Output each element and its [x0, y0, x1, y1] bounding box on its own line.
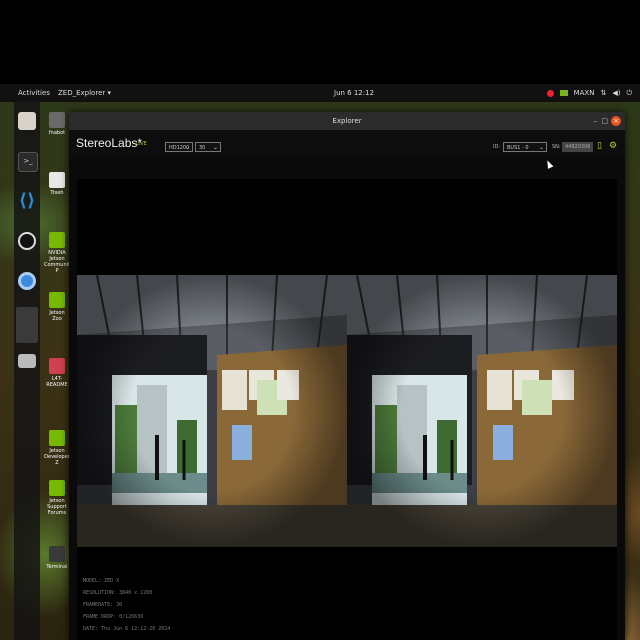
- maximize-icon[interactable]: □: [601, 115, 608, 127]
- desktop-icon-l4t-readme[interactable]: L4T-README: [44, 358, 70, 388]
- chevron-down-icon: ⌄: [538, 144, 544, 151]
- app-menu[interactable]: ZED_Explorer ▾: [58, 84, 111, 102]
- info-frame-drop: FRAME DROP: 0/126630: [83, 614, 144, 620]
- files-icon[interactable]: [18, 112, 36, 130]
- system-tray[interactable]: MAXN ⇅ ◀) ⏻: [546, 84, 632, 102]
- desktop-icon-jetson-forums[interactable]: Jetson Support Forums: [44, 480, 70, 516]
- info-model: MODEL: ZED X: [83, 578, 120, 584]
- chromium-icon[interactable]: [18, 272, 36, 290]
- power-mode-label[interactable]: MAXN: [574, 84, 595, 102]
- window-title: Explorer: [332, 117, 362, 125]
- fps-select-value: 30: [199, 145, 206, 151]
- explorer-toolbar: StereoLabs* LIVE HD1200 ⌄ 30 ⌄ ID: BUS1 …: [69, 130, 625, 158]
- window-titlebar[interactable]: Explorer – □ ×: [69, 112, 625, 130]
- volume-icon[interactable]: ◀): [612, 84, 620, 102]
- camera-id-select[interactable]: BUS1 - 0 ⌄: [503, 142, 547, 152]
- minimize-icon[interactable]: –: [594, 115, 598, 127]
- gear-icon[interactable]: ⚙: [609, 141, 619, 151]
- info-framerate: FRAMERATE: 30: [83, 602, 123, 608]
- desktop-icon-label: fnabot: [48, 130, 66, 136]
- vscode-icon[interactable]: ⟨⟩: [18, 192, 36, 210]
- sn-label: SN:: [552, 144, 561, 150]
- id-label: ID:: [493, 144, 501, 150]
- chevron-down-icon: ⌄: [184, 144, 190, 151]
- trash-icon: [49, 172, 65, 188]
- live-status: LIVE: [136, 141, 147, 147]
- desktop-icon-label: Trash: [50, 190, 64, 196]
- right-camera-image: [347, 275, 617, 547]
- close-icon[interactable]: ×: [611, 116, 621, 126]
- terminal-icon: [49, 546, 65, 562]
- desktop-screen: Activities ZED_Explorer ▾ Jun 6 12:12 MA…: [0, 0, 640, 640]
- desktop-icon-label: Jetson Zoo: [49, 310, 65, 322]
- desktop-icon-label: Jetson Developer Z: [44, 448, 70, 466]
- camera-id-value: BUS1 - 0: [507, 145, 529, 151]
- video-viewport[interactable]: MODEL: ZED X RESOLUTION: 3840 x 1200 FRA…: [77, 179, 617, 640]
- left-camera-image: [77, 275, 347, 547]
- desktop-icon-jetson-developer[interactable]: Jetson Developer Z: [44, 430, 70, 466]
- clock[interactable]: Jun 6 12:12: [334, 84, 374, 102]
- nvidia-power-icon: [559, 90, 568, 96]
- desktop-icon-label: Jetson Support Forums: [47, 498, 67, 516]
- info-date: DATE: Thu Jun 6 12:12:20 2024: [83, 626, 171, 632]
- fps-select[interactable]: 30 ⌄: [195, 142, 221, 152]
- desktop-icon-nvidia-community[interactable]: NVIDIA Jetson Community P: [44, 232, 73, 274]
- drive-icon: [49, 358, 65, 374]
- desktop-icon-label: Terminal: [46, 564, 68, 570]
- desktop-icon-jetson-zoo[interactable]: Jetson Zoo: [44, 292, 70, 322]
- nvidia-icon: [49, 232, 65, 248]
- network-icon[interactable]: ⇅: [600, 84, 606, 102]
- info-resolution: RESOLUTION: 3840 x 1200: [83, 590, 153, 596]
- drive-icon[interactable]: [18, 354, 36, 368]
- desktop-icon-terminal[interactable]: Terminal: [44, 546, 70, 570]
- chevron-down-icon: ⌄: [212, 144, 218, 151]
- activities-button[interactable]: Activities: [18, 84, 50, 102]
- terminal-icon[interactable]: >_: [18, 152, 38, 172]
- camera-info-panel: MODEL: ZED X RESOLUTION: 3840 x 1200 FRA…: [83, 575, 170, 635]
- nvidia-icon: [49, 480, 65, 496]
- camera-icon[interactable]: ▯: [597, 141, 607, 151]
- active-app-highlight[interactable]: [16, 307, 38, 343]
- explorer-window: Explorer – □ × StereoLabs* LIVE HD1200 ⌄…: [69, 112, 625, 640]
- desktop-icon-home[interactable]: fnabot: [44, 112, 70, 136]
- dock: >_ ⟨⟩: [14, 102, 40, 640]
- top-bar: Activities ZED_Explorer ▾ Jun 6 12:12 MA…: [0, 84, 640, 102]
- nvidia-icon: [49, 430, 65, 446]
- brand-logo: StereoLabs*: [76, 136, 143, 150]
- power-icon[interactable]: ⏻: [626, 84, 632, 102]
- nvidia-icon: [49, 292, 65, 308]
- resolution-select[interactable]: HD1200 ⌄: [165, 142, 193, 152]
- serial-number: 44820306: [562, 142, 594, 152]
- obs-icon[interactable]: [18, 232, 36, 250]
- nvidia-icon[interactable]: [546, 89, 554, 97]
- desktop-icon-label: L4T-README: [46, 376, 68, 388]
- home-folder-icon: [49, 112, 65, 128]
- desktop-icon-trash[interactable]: Trash: [44, 172, 70, 196]
- stereo-video: [77, 275, 617, 547]
